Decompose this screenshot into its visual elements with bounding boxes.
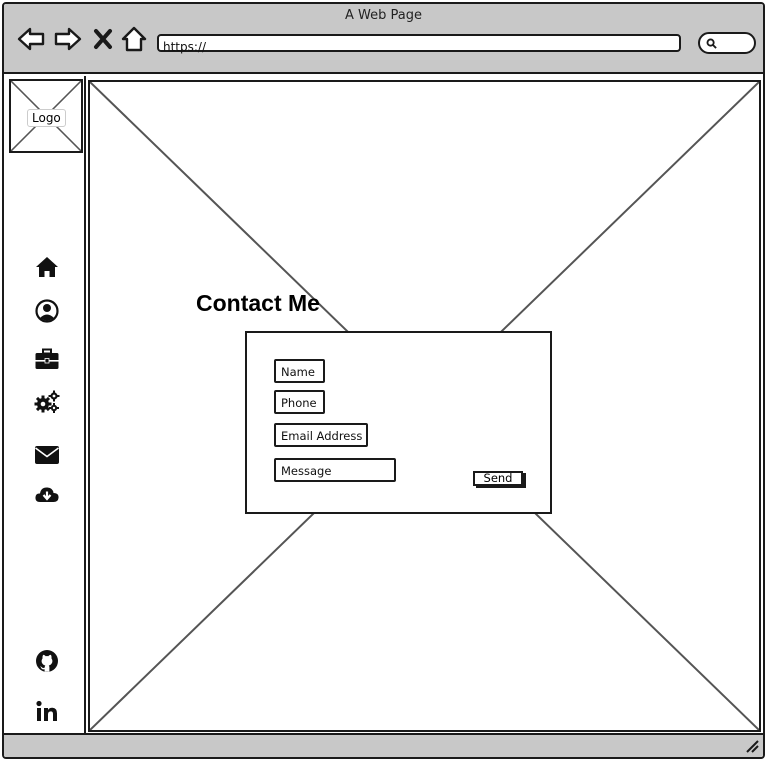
- page-title: Contact Me: [196, 290, 320, 316]
- logo-label: Logo: [27, 109, 66, 127]
- linkedin-icon[interactable]: [34, 698, 60, 724]
- message-input[interactable]: [276, 461, 394, 481]
- phone-field[interactable]: [274, 390, 325, 414]
- forward-arrow-icon[interactable]: [53, 24, 83, 54]
- user-icon[interactable]: [34, 298, 60, 324]
- mail-icon[interactable]: [34, 442, 60, 468]
- name-input[interactable]: [276, 362, 323, 382]
- url-input[interactable]: [159, 40, 679, 54]
- message-field[interactable]: [274, 458, 396, 482]
- gears-icon[interactable]: [34, 389, 60, 415]
- contact-form: Send: [245, 331, 552, 514]
- search-box[interactable]: [698, 32, 756, 54]
- email-input[interactable]: [276, 426, 366, 446]
- home-icon[interactable]: [34, 254, 60, 280]
- briefcase-icon[interactable]: [34, 346, 60, 372]
- back-arrow-icon[interactable]: [16, 24, 46, 54]
- cloud-download-icon[interactable]: [34, 482, 60, 508]
- browser-window: A Web Page Logo: [2, 2, 765, 759]
- close-icon[interactable]: [90, 24, 116, 54]
- send-button[interactable]: Send: [473, 471, 523, 486]
- name-field[interactable]: [274, 359, 325, 383]
- status-bar: [4, 733, 763, 757]
- github-icon[interactable]: [34, 648, 60, 674]
- window-title: A Web Page: [345, 8, 422, 23]
- sidebar: Logo: [4, 76, 86, 736]
- phone-input[interactable]: [276, 393, 323, 413]
- address-bar[interactable]: [157, 34, 681, 54]
- resize-grip-icon[interactable]: [745, 739, 759, 753]
- home-outline-icon[interactable]: [119, 24, 149, 54]
- email-field[interactable]: [274, 423, 368, 447]
- search-icon: [706, 38, 717, 49]
- logo[interactable]: Logo: [9, 79, 83, 153]
- browser-toolbar: A Web Page: [4, 4, 763, 74]
